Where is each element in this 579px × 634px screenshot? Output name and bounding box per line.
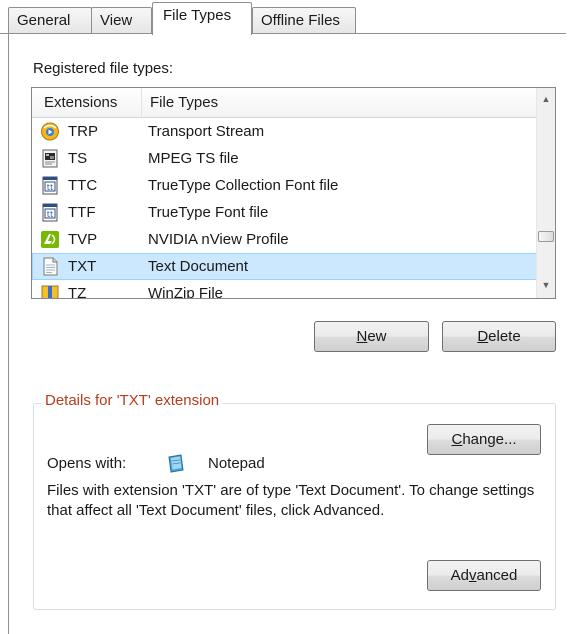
list-item-txt[interactable]: TXT Text Document — [32, 253, 537, 280]
tab-general[interactable]: General — [8, 7, 92, 33]
scroll-up-arrow-icon[interactable]: ▲ — [537, 90, 555, 108]
file-type-cell: Transport Stream — [148, 123, 265, 140]
advanced-button[interactable]: Advanced — [427, 560, 541, 591]
extension-cell: TS — [68, 150, 88, 167]
list-item-ts[interactable]: TS MPEG TS file — [32, 145, 537, 172]
extension-cell: TZ — [68, 285, 87, 299]
mpeg-file-icon — [42, 149, 58, 168]
text-document-icon — [43, 257, 58, 276]
delete-button[interactable]: Delete — [442, 321, 556, 352]
file-type-cell: Text Document — [148, 258, 249, 275]
extension-cell: TVP — [68, 231, 98, 248]
file-type-cell: MPEG TS file — [148, 150, 239, 167]
list-item-ttf[interactable]: tt TTF TrueType Font file — [32, 199, 537, 226]
svg-text:tt: tt — [47, 183, 54, 192]
tab-view[interactable]: View — [91, 7, 152, 33]
extension-cell: TRP — [68, 123, 98, 140]
registered-file-types-label: Registered file types: — [33, 60, 174, 77]
file-type-cell: WinZip File — [148, 285, 224, 299]
tab-baseline — [0, 33, 566, 34]
opens-with-app-name: Notepad — [208, 455, 265, 472]
scrollbar-thumb[interactable] — [538, 231, 554, 242]
list-header: Extensions File Types — [32, 88, 537, 118]
new-button[interactable]: New — [314, 321, 429, 352]
nvidia-icon — [41, 231, 59, 248]
extension-cell: TXT — [68, 258, 97, 275]
panel-border — [8, 33, 9, 634]
notepad-icon — [168, 454, 184, 473]
list-item-tz[interactable]: TZ WinZip File — [32, 280, 537, 299]
extension-cell: TTC — [68, 177, 98, 194]
winzip-icon — [41, 285, 59, 298]
change-button[interactable]: Change... — [427, 424, 541, 455]
opens-with-label: Opens with: — [47, 455, 127, 472]
tab-strip: General View File Types Offline Files — [0, 0, 579, 40]
font-file-icon: tt — [42, 176, 58, 195]
file-type-cell: TrueType Collection Font file — [148, 177, 339, 194]
list-item-ttc[interactable]: tt TTC TrueType Collection Font file — [32, 172, 537, 199]
file-type-cell: TrueType Font file — [148, 204, 269, 221]
media-player-icon — [41, 122, 59, 141]
extension-cell: TTF — [68, 204, 96, 221]
column-header-file-types[interactable]: File Types — [142, 88, 537, 117]
list-item-trp[interactable]: TRP Transport Stream — [32, 118, 537, 145]
file-types-list[interactable]: Extensions File Types TRP Transport Stre… — [31, 87, 556, 299]
details-group-title: Details for 'TXT' extension — [41, 392, 224, 410]
list-rows: TRP Transport Stream TS MPEG TS file tt — [32, 118, 537, 299]
file-type-cell: NVIDIA nView Profile — [148, 231, 289, 248]
tab-offline-files[interactable]: Offline Files — [252, 7, 356, 33]
font-file-icon: tt — [42, 203, 58, 222]
svg-text:tt: tt — [47, 210, 54, 219]
scroll-down-arrow-icon[interactable]: ▼ — [537, 276, 555, 294]
tab-file-types[interactable]: File Types — [152, 2, 252, 35]
list-item-tvp[interactable]: TVP NVIDIA nView Profile — [32, 226, 537, 253]
column-header-extensions[interactable]: Extensions — [32, 88, 142, 117]
details-description: Files with extension 'TXT' are of type '… — [47, 482, 535, 519]
list-scrollbar[interactable]: ▲ ▼ — [536, 88, 555, 298]
